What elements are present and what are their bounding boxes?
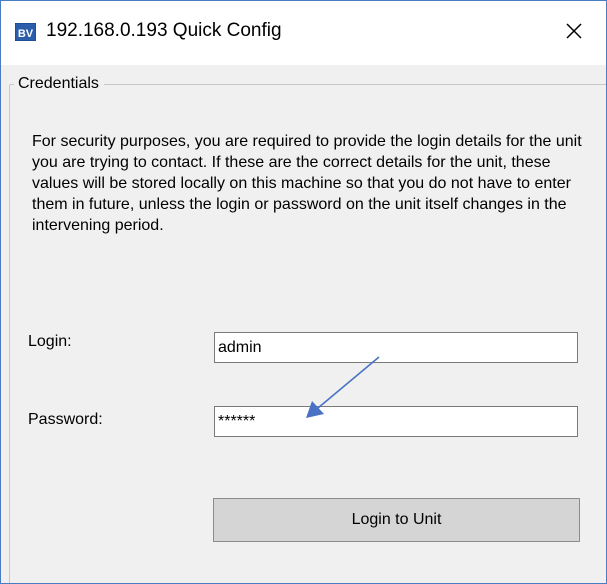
login-label: Login: — [28, 333, 72, 350]
password-label: Password: — [28, 411, 103, 428]
login-input[interactable] — [214, 332, 578, 363]
security-description: For security purposes, you are required … — [32, 133, 582, 234]
login-to-unit-button[interactable]: Login to Unit — [213, 498, 580, 542]
password-input[interactable] — [214, 406, 578, 437]
bv-app-icon: BV — [14, 22, 37, 42]
close-icon — [566, 23, 582, 39]
quick-config-dialog: BV 192.168.0.193 Quick Config Credential… — [0, 0, 607, 584]
close-button[interactable] — [561, 18, 587, 44]
window-title: 192.168.0.193 Quick Config — [46, 20, 282, 41]
svg-text:BV: BV — [18, 28, 34, 40]
title-bar: BV 192.168.0.193 Quick Config — [1, 1, 606, 65]
credentials-legend: Credentials — [14, 73, 104, 95]
